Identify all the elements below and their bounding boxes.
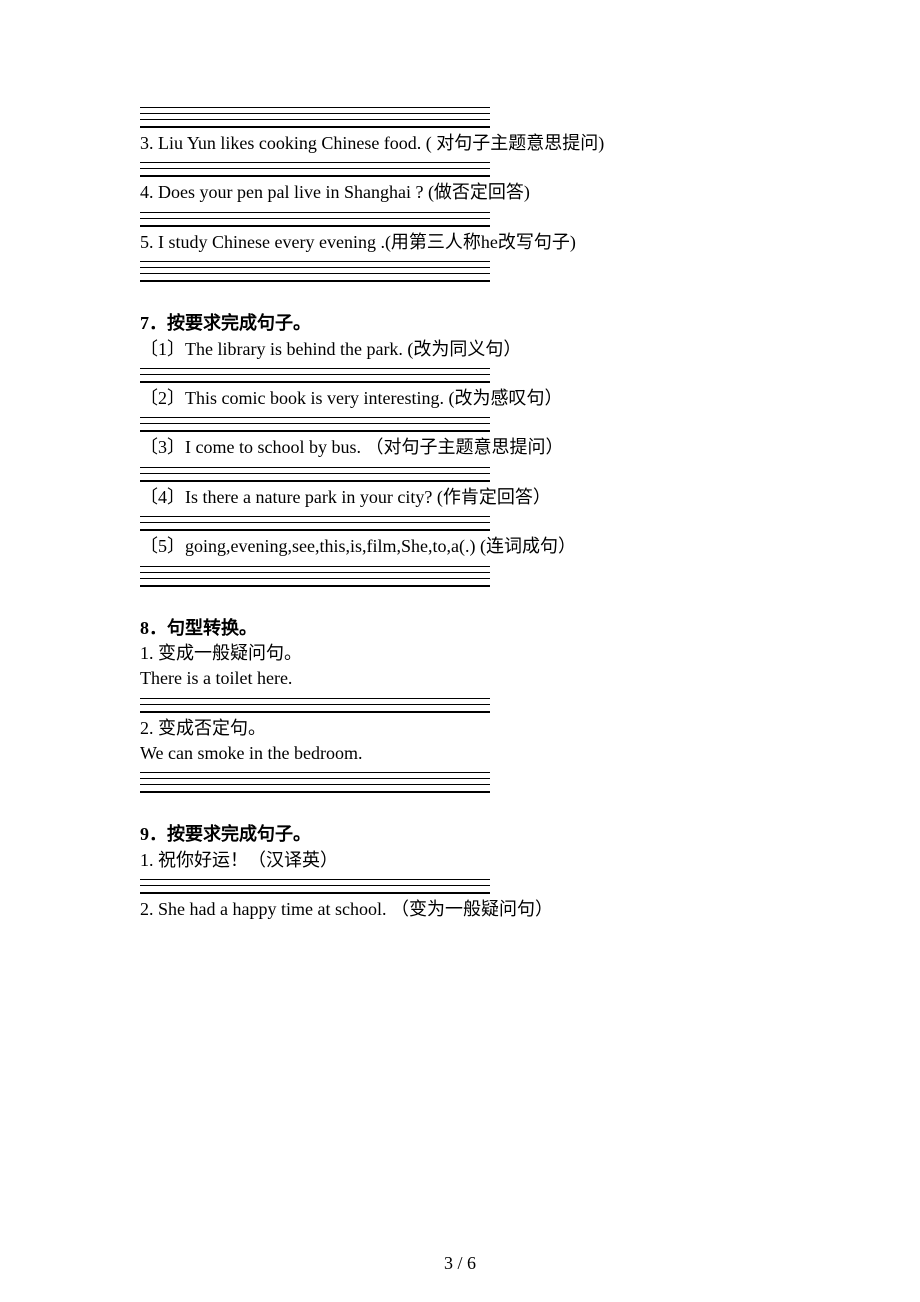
question-4: 4. Does your pen pal live in Shanghai ? … [140, 181, 780, 204]
s7-q1: 〔1〕The library is behind the park. (改为同义… [140, 338, 780, 361]
answer-blank [140, 375, 490, 383]
answer-lines [140, 207, 780, 227]
answer-blank [140, 886, 490, 894]
answer-blank [140, 474, 490, 482]
answer-blank [140, 169, 490, 177]
s8-q1-sentence: There is a toilet here. [140, 667, 780, 690]
answer-lines [140, 157, 780, 177]
answer-blank [140, 274, 490, 282]
answer-lines [140, 256, 780, 282]
answer-lines [140, 874, 780, 894]
s8-q2-sentence: We can smoke in the bedroom. [140, 742, 780, 765]
answer-blank [140, 705, 490, 713]
page-footer: 3 / 6 [0, 1253, 920, 1274]
answer-lines [140, 561, 780, 587]
answer-lines [140, 693, 780, 713]
page-content: 3. Liu Yun likes cooking Chinese food. (… [0, 0, 920, 922]
s9-q2: 2. She had a happy time at school. （变为一般… [140, 898, 780, 921]
answer-lines [140, 412, 780, 432]
s7-q2: 〔2〕This comic book is very interesting. … [140, 387, 780, 410]
answer-blank [140, 219, 490, 227]
question-3: 3. Liu Yun likes cooking Chinese food. (… [140, 132, 780, 155]
answer-blank [140, 120, 490, 128]
answer-lines [140, 363, 780, 383]
answer-blank [140, 523, 490, 531]
answer-lines [140, 511, 780, 531]
answer-lines [140, 102, 780, 128]
s8-q1-instruction: 1. 变成一般疑问句。 [140, 642, 780, 665]
s7-q3: 〔3〕I come to school by bus. （对句子主题意思提问） [140, 436, 780, 459]
question-5: 5. I study Chinese every evening .(用第三人称… [140, 231, 780, 254]
answer-blank [140, 579, 490, 587]
answer-blank [140, 785, 490, 793]
section-7-heading: 7．按要求完成句子。 [140, 312, 780, 335]
answer-blank [140, 424, 490, 432]
section-8-heading: 8．句型转换。 [140, 617, 780, 640]
answer-lines [140, 767, 780, 793]
s7-q4: 〔4〕Is there a nature park in your city? … [140, 486, 780, 509]
s8-q2-instruction: 2. 变成否定句。 [140, 717, 780, 740]
s7-q5: 〔5〕going,evening,see,this,is,film,She,to… [140, 535, 780, 558]
s9-q1: 1. 祝你好运！（汉译英） [140, 849, 780, 872]
answer-lines [140, 462, 780, 482]
section-9-heading: 9．按要求完成句子。 [140, 823, 780, 846]
